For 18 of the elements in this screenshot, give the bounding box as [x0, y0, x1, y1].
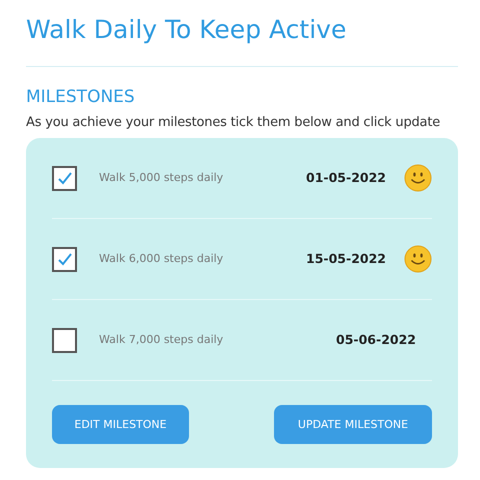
milestone-date: 05-06-2022	[336, 331, 416, 350]
section-heading: MILESTONES	[26, 86, 136, 107]
check-icon	[56, 171, 72, 186]
milestone-date: 01-05-2022	[306, 169, 386, 188]
edit-button[interactable]: EDIT MILESTONE	[52, 405, 189, 444]
milestone-date: 15-05-2022	[306, 250, 386, 268]
milestone-label: Walk 7,000 steps daily	[99, 332, 224, 348]
smiley-icon	[404, 245, 432, 274]
milestone-label: Walk 5,000 steps daily	[99, 170, 224, 186]
update-button[interactable]: UPDATE MILESTONE	[274, 405, 432, 444]
check-icon	[56, 252, 72, 266]
milestone-label: Walk 6,000 steps daily	[99, 251, 224, 268]
instructions-text: As you achieve your milestones tick them below and click update	[26, 114, 442, 132]
checkbox[interactable]	[52, 246, 77, 272]
page-title: Walk Daily To Keep Active	[26, 14, 348, 46]
checkbox[interactable]	[52, 166, 77, 191]
checkbox[interactable]	[52, 328, 77, 353]
smiley-icon	[404, 164, 432, 192]
